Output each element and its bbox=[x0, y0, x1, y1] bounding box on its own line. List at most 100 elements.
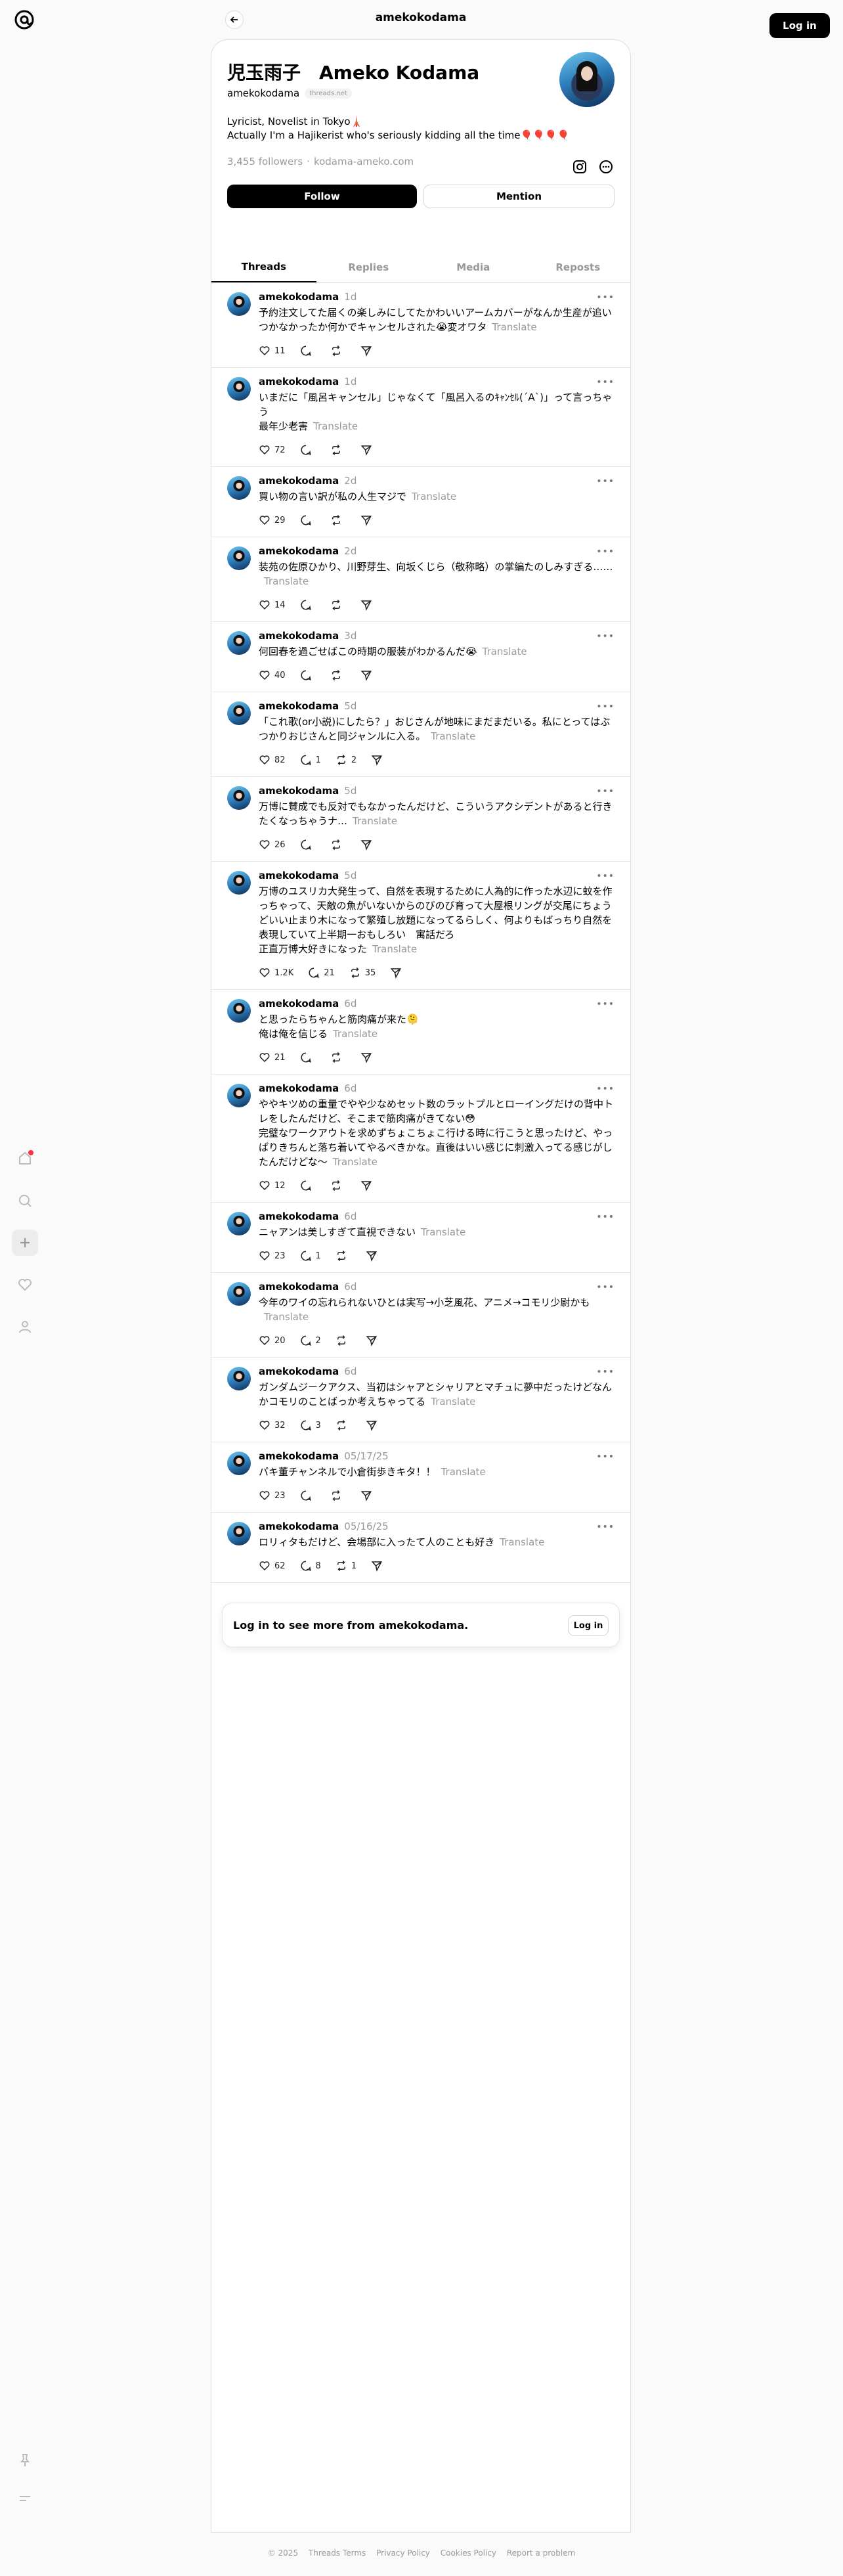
translate-link[interactable]: Translate bbox=[492, 321, 537, 333]
footer-link[interactable]: Report a problem bbox=[507, 2548, 575, 2558]
more-icon[interactable]: ••• bbox=[596, 631, 615, 642]
thread-post[interactable]: amekokodama 05/17/25 ••• パキ董チャンネルで小倉街歩きキタ！！… bbox=[211, 1442, 630, 1513]
post-time[interactable]: 3d bbox=[344, 630, 357, 642]
post-author[interactable]: amekokodama bbox=[259, 998, 339, 1010]
thread-post[interactable]: amekokodama 3d ••• 何回春を過ごせばこの時期の服装がわかるんだ😭 Tr… bbox=[211, 622, 630, 692]
reply-button[interactable] bbox=[300, 1052, 316, 1063]
translate-link[interactable]: Translate bbox=[483, 646, 527, 657]
profile-icon[interactable] bbox=[12, 1314, 38, 1340]
share-button[interactable] bbox=[371, 1560, 383, 1572]
post-time[interactable]: 6d bbox=[344, 1366, 357, 1377]
translate-link[interactable]: Translate bbox=[264, 575, 309, 587]
thread-post[interactable]: amekokodama 5d ••• 万博のユスリカ大発生って、自然を表現するために人… bbox=[211, 862, 630, 990]
avatar[interactable] bbox=[559, 52, 615, 107]
thread-post[interactable]: amekokodama 5d ••• 万博に賛成でも反対でもなかったんだけど、こういう… bbox=[211, 777, 630, 862]
post-author[interactable]: amekokodama bbox=[259, 630, 339, 642]
more-icon[interactable]: ••• bbox=[596, 1452, 615, 1462]
share-button[interactable] bbox=[360, 669, 372, 681]
like-button[interactable]: 23 bbox=[259, 1250, 286, 1262]
post-author[interactable]: amekokodama bbox=[259, 785, 339, 797]
repost-button[interactable] bbox=[330, 1490, 346, 1501]
thread-post[interactable]: amekokodama 6d ••• ニャアンは美しすぎて直視できない Translat… bbox=[211, 1203, 630, 1273]
post-time[interactable]: 6d bbox=[344, 1082, 357, 1094]
reply-button[interactable] bbox=[300, 444, 316, 456]
followers-count[interactable]: 3,455 followers bbox=[227, 156, 303, 167]
repost-button[interactable] bbox=[330, 444, 346, 456]
share-button[interactable] bbox=[360, 345, 372, 357]
translate-link[interactable]: Translate bbox=[431, 1396, 475, 1408]
reply-button[interactable]: 2 bbox=[300, 1335, 321, 1346]
more-icon[interactable]: ••• bbox=[596, 377, 615, 388]
more-icon[interactable]: ••• bbox=[596, 1084, 615, 1094]
post-author[interactable]: amekokodama bbox=[259, 291, 339, 303]
translate-link[interactable]: Translate bbox=[500, 1536, 544, 1548]
thread-post[interactable]: amekokodama 05/16/25 ••• ロリィタもだけど、会場部に入ったて人… bbox=[211, 1513, 630, 1583]
tab-threads[interactable]: Threads bbox=[211, 252, 316, 282]
post-avatar[interactable] bbox=[227, 546, 251, 570]
activity-heart-icon[interactable] bbox=[12, 1272, 38, 1298]
translate-link[interactable]: Translate bbox=[431, 730, 475, 742]
post-avatar[interactable] bbox=[227, 1282, 251, 1306]
post-author[interactable]: amekokodama bbox=[259, 545, 339, 557]
repost-button[interactable] bbox=[330, 599, 346, 611]
pin-icon[interactable] bbox=[12, 2447, 38, 2474]
post-avatar[interactable] bbox=[227, 1212, 251, 1235]
reply-button[interactable] bbox=[300, 599, 316, 611]
share-button[interactable] bbox=[360, 1490, 372, 1501]
reply-button[interactable] bbox=[300, 345, 316, 357]
reply-button[interactable] bbox=[300, 514, 316, 526]
like-button[interactable]: 72 bbox=[259, 444, 286, 456]
share-button[interactable] bbox=[360, 1052, 372, 1063]
more-icon[interactable]: ••• bbox=[596, 1367, 615, 1377]
domain-badge[interactable]: threads.net bbox=[305, 88, 352, 99]
repost-button[interactable]: 1 bbox=[335, 1560, 357, 1572]
thread-post[interactable]: amekokodama 6d ••• と思ったらちゃんと筋肉痛が来た🫠 俺は俺を信じる… bbox=[211, 990, 630, 1075]
thread-post[interactable]: amekokodama 6d ••• ややキツめの重量でやや少なめセット数のラットプル… bbox=[211, 1075, 630, 1203]
post-avatar[interactable] bbox=[227, 1084, 251, 1107]
tab-replies[interactable]: Replies bbox=[316, 252, 422, 282]
post-author[interactable]: amekokodama bbox=[259, 1210, 339, 1222]
thread-post[interactable]: amekokodama 2d ••• 買い物の言い訳が私の人生マジで Translate… bbox=[211, 467, 630, 537]
post-time[interactable]: 6d bbox=[344, 1281, 357, 1293]
post-time[interactable]: 2d bbox=[344, 545, 357, 557]
footer-link[interactable]: Cookies Policy bbox=[441, 2548, 496, 2558]
repost-button[interactable] bbox=[330, 514, 346, 526]
repost-button[interactable] bbox=[335, 1335, 351, 1346]
tab-reposts[interactable]: Reposts bbox=[526, 252, 631, 282]
post-time[interactable]: 5d bbox=[344, 700, 357, 712]
share-button[interactable] bbox=[366, 1419, 378, 1431]
reply-button[interactable]: 21 bbox=[308, 967, 335, 979]
share-button[interactable] bbox=[371, 754, 383, 766]
translate-link[interactable]: Translate bbox=[313, 420, 358, 432]
like-button[interactable]: 12 bbox=[259, 1180, 286, 1191]
mention-button[interactable]: Mention bbox=[423, 185, 615, 208]
like-button[interactable]: 21 bbox=[259, 1052, 286, 1063]
reply-button[interactable]: 1 bbox=[300, 1250, 321, 1262]
like-button[interactable]: 20 bbox=[259, 1335, 286, 1346]
post-author[interactable]: amekokodama bbox=[259, 870, 339, 881]
post-avatar[interactable] bbox=[227, 1367, 251, 1390]
translate-link[interactable]: Translate bbox=[421, 1226, 465, 1238]
more-icon[interactable]: ••• bbox=[596, 999, 615, 1010]
post-avatar[interactable] bbox=[227, 999, 251, 1023]
more-icon[interactable]: ••• bbox=[596, 1522, 615, 1532]
like-button[interactable]: 23 bbox=[259, 1490, 286, 1501]
post-avatar[interactable] bbox=[227, 701, 251, 725]
threads-logo-icon[interactable] bbox=[12, 8, 36, 32]
post-avatar[interactable] bbox=[227, 871, 251, 895]
reply-button[interactable]: 8 bbox=[300, 1560, 321, 1572]
like-button[interactable]: 14 bbox=[259, 599, 286, 611]
post-author[interactable]: amekokodama bbox=[259, 1450, 339, 1462]
search-icon[interactable] bbox=[12, 1188, 38, 1214]
reply-button[interactable] bbox=[300, 1180, 316, 1191]
share-button[interactable] bbox=[360, 1180, 372, 1191]
like-button[interactable]: 32 bbox=[259, 1419, 286, 1431]
repost-button[interactable] bbox=[330, 669, 346, 681]
post-avatar[interactable] bbox=[227, 786, 251, 810]
login-button[interactable]: Log in bbox=[769, 13, 830, 38]
translate-link[interactable]: Translate bbox=[353, 815, 397, 827]
share-button[interactable] bbox=[366, 1335, 378, 1346]
post-avatar[interactable] bbox=[227, 631, 251, 655]
thread-post[interactable]: amekokodama 6d ••• ガンダムジークアクス、当初はシャアとシャリアとマ… bbox=[211, 1358, 630, 1442]
translate-link[interactable]: Translate bbox=[372, 943, 417, 955]
